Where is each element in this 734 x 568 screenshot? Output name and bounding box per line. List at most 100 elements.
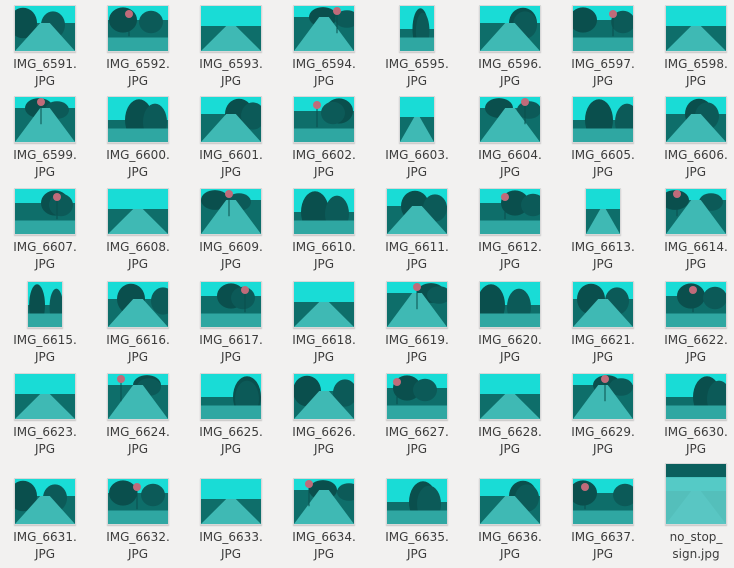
file-item[interactable]: IMG_6634. JPG — [278, 463, 370, 563]
file-item[interactable]: IMG_6596. JPG — [464, 5, 556, 90]
file-name-label: IMG_6636. JPG — [478, 530, 542, 561]
file-item[interactable]: IMG_6599. JPG — [0, 96, 91, 181]
file-item[interactable]: IMG_6632. JPG — [92, 463, 184, 563]
thumbnail-frame — [278, 5, 370, 52]
thumbnail-frame — [371, 5, 463, 52]
file-item[interactable]: IMG_6611. JPG — [371, 188, 463, 273]
thumbnail-frame — [557, 373, 649, 420]
file-item[interactable]: IMG_6635. JPG — [371, 463, 463, 563]
thumbnail-frame — [464, 96, 556, 143]
file-name-label: IMG_6610. JPG — [292, 240, 356, 271]
file-item[interactable]: IMG_6610. JPG — [278, 188, 370, 273]
file-item[interactable]: IMG_6617. JPG — [185, 281, 277, 366]
file-item[interactable]: IMG_6602. JPG — [278, 96, 370, 181]
image-thumbnail-icon — [572, 281, 634, 328]
file-item[interactable]: IMG_6625. JPG — [185, 373, 277, 458]
file-name-label: IMG_6602. JPG — [292, 148, 356, 179]
file-name-label: IMG_6609. JPG — [199, 240, 263, 271]
image-thumbnail-icon — [27, 281, 63, 328]
file-item[interactable]: IMG_6613. JPG — [557, 188, 649, 273]
thumbnail-frame — [464, 5, 556, 52]
thumbnail-frame — [0, 188, 91, 235]
image-thumbnail-icon — [14, 478, 76, 525]
file-name-label: IMG_6631. JPG — [13, 530, 77, 561]
file-item[interactable]: IMG_6623. JPG — [0, 373, 91, 458]
file-item[interactable]: IMG_6637. JPG — [557, 463, 649, 563]
file-item[interactable]: IMG_6595. JPG — [371, 5, 463, 90]
image-thumbnail-icon — [665, 373, 727, 420]
thumbnail-frame — [185, 463, 277, 525]
file-item[interactable]: no_stop_ sign.jpg — [650, 463, 734, 563]
image-thumbnail-icon — [572, 96, 634, 143]
file-item[interactable]: IMG_6629. JPG — [557, 373, 649, 458]
image-thumbnail-icon — [107, 281, 169, 328]
image-thumbnail-icon — [293, 478, 355, 525]
file-item[interactable]: IMG_6619. JPG — [371, 281, 463, 366]
file-item[interactable]: IMG_6616. JPG — [92, 281, 184, 366]
file-name-label: IMG_6605. JPG — [571, 148, 635, 179]
file-item[interactable]: IMG_6615. JPG — [0, 281, 91, 366]
image-thumbnail-icon — [200, 96, 262, 143]
file-item[interactable]: IMG_6630. JPG — [650, 373, 734, 458]
file-item[interactable]: IMG_6621. JPG — [557, 281, 649, 366]
image-thumbnail-icon — [665, 463, 727, 525]
file-item[interactable]: IMG_6592. JPG — [92, 5, 184, 90]
file-item[interactable]: IMG_6601. JPG — [185, 96, 277, 181]
file-item[interactable]: IMG_6627. JPG — [371, 373, 463, 458]
thumbnail-frame — [92, 5, 184, 52]
file-item[interactable]: IMG_6608. JPG — [92, 188, 184, 273]
file-item[interactable]: IMG_6620. JPG — [464, 281, 556, 366]
thumbnail-frame — [650, 188, 734, 235]
image-thumbnail-icon — [293, 96, 355, 143]
file-item[interactable]: IMG_6594. JPG — [278, 5, 370, 90]
file-item[interactable]: IMG_6591. JPG — [0, 5, 91, 90]
file-item[interactable]: IMG_6605. JPG — [557, 96, 649, 181]
image-thumbnail-icon — [293, 5, 355, 52]
file-item[interactable]: IMG_6628. JPG — [464, 373, 556, 458]
file-name-label: IMG_6601. JPG — [199, 148, 263, 179]
file-item[interactable]: IMG_6618. JPG — [278, 281, 370, 366]
thumbnail-frame — [650, 373, 734, 420]
file-name-label: IMG_6607. JPG — [13, 240, 77, 271]
thumbnail-frame — [0, 281, 91, 328]
file-name-label: IMG_6621. JPG — [571, 333, 635, 364]
file-name-label: IMG_6637. JPG — [571, 530, 635, 561]
file-item[interactable]: IMG_6607. JPG — [0, 188, 91, 273]
file-item[interactable]: IMG_6603. JPG — [371, 96, 463, 181]
file-name-label: IMG_6595. JPG — [385, 57, 449, 88]
thumbnail-frame — [371, 463, 463, 525]
file-item[interactable]: IMG_6614. JPG — [650, 188, 734, 273]
file-item[interactable]: IMG_6622. JPG — [650, 281, 734, 366]
thumbnail-frame — [278, 463, 370, 525]
file-item[interactable]: IMG_6626. JPG — [278, 373, 370, 458]
file-name-label: IMG_6616. JPG — [106, 333, 170, 364]
file-item[interactable]: IMG_6597. JPG — [557, 5, 649, 90]
image-thumbnail-icon — [386, 478, 448, 525]
image-thumbnail-icon — [479, 5, 541, 52]
file-item[interactable]: IMG_6604. JPG — [464, 96, 556, 181]
file-name-label: IMG_6603. JPG — [385, 148, 449, 179]
file-item[interactable]: IMG_6600. JPG — [92, 96, 184, 181]
file-name-label: IMG_6635. JPG — [385, 530, 449, 561]
image-thumbnail-icon — [293, 281, 355, 328]
image-thumbnail-icon — [200, 188, 262, 235]
file-item[interactable]: IMG_6636. JPG — [464, 463, 556, 563]
file-item[interactable]: IMG_6631. JPG — [0, 463, 91, 563]
thumbnail-frame — [0, 96, 91, 143]
file-name-label: IMG_6627. JPG — [385, 425, 449, 456]
file-item[interactable]: IMG_6593. JPG — [185, 5, 277, 90]
thumbnail-frame — [0, 463, 91, 525]
file-name-label: IMG_6606. JPG — [664, 148, 728, 179]
file-item[interactable]: IMG_6624. JPG — [92, 373, 184, 458]
file-item[interactable]: IMG_6606. JPG — [650, 96, 734, 181]
file-name-label: IMG_6613. JPG — [571, 240, 635, 271]
file-item[interactable]: IMG_6612. JPG — [464, 188, 556, 273]
file-name-label: IMG_6634. JPG — [292, 530, 356, 561]
file-name-label: IMG_6614. JPG — [664, 240, 728, 271]
file-name-label: IMG_6600. JPG — [106, 148, 170, 179]
file-item[interactable]: IMG_6609. JPG — [185, 188, 277, 273]
file-name-label: IMG_6593. JPG — [199, 57, 263, 88]
file-name-label: no_stop_ sign.jpg — [669, 530, 723, 561]
file-item[interactable]: IMG_6598. JPG — [650, 5, 734, 90]
file-item[interactable]: IMG_6633. JPG — [185, 463, 277, 563]
